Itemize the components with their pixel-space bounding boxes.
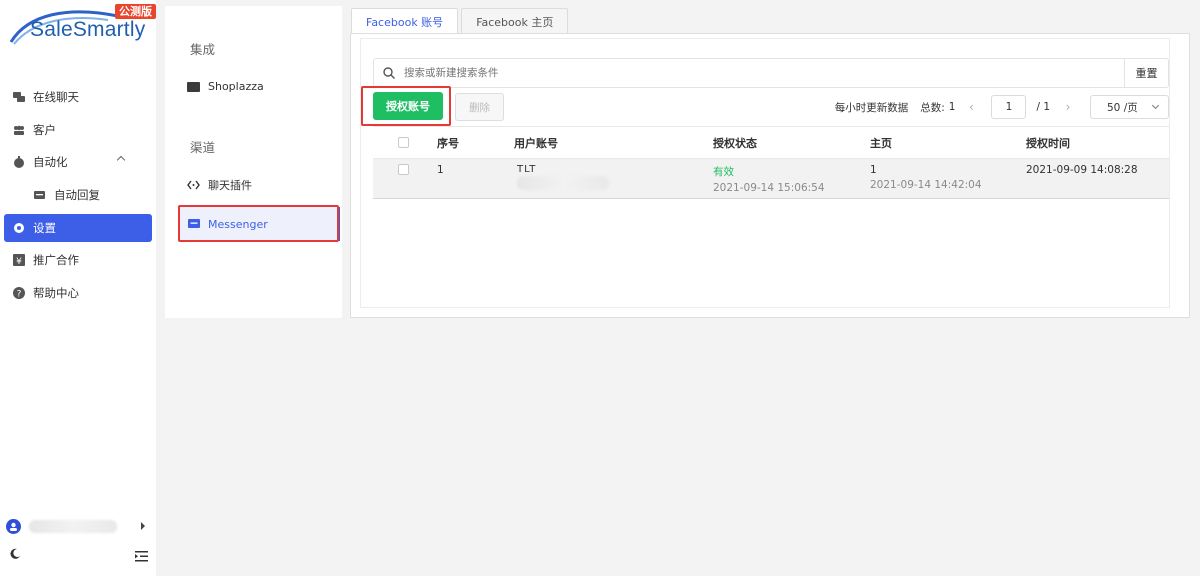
submenu-item-label: Messenger [208, 217, 268, 231]
content-card: 重置 授权账号 删除 每小时更新数据 总数: 1 ‹ 1 / 1 › 50 /页… [361, 39, 1169, 307]
header-auth-status: 授权状态 [713, 136, 757, 150]
sidebar-item-customers[interactable]: 客户 [4, 116, 152, 144]
messenger-icon [187, 218, 200, 230]
sidebar-item-label: 设置 [33, 221, 56, 235]
search-input[interactable] [404, 67, 1124, 79]
avatar [6, 518, 21, 534]
caret-right-icon[interactable] [140, 522, 146, 530]
header-account: 用户账号 [514, 136, 558, 150]
row-index: 1 [437, 164, 444, 176]
select-all-checkbox[interactable] [398, 127, 409, 158]
submenu-item-label: Shoplazza [208, 79, 264, 93]
header-page: 主页 [870, 136, 892, 150]
svg-text:?: ? [17, 290, 22, 300]
page-input[interactable]: 1 [991, 95, 1027, 119]
page-count: 1 [870, 164, 877, 176]
sidebar-item-label: 帮助中心 [33, 286, 79, 300]
tab-facebook-page[interactable]: Facebook 主页 [461, 8, 569, 34]
tab-facebook-account[interactable]: Facebook 账号 [351, 8, 459, 34]
authorize-account-button[interactable]: 授权账号 [373, 92, 443, 120]
user-name-redacted [28, 519, 118, 533]
search-bar: 重置 [373, 58, 1169, 88]
table-row[interactable]: 1 TLT 有效 2021-09-14 15:06:54 1 2021-09-1… [373, 159, 1169, 199]
collapse-menu-icon[interactable] [135, 551, 148, 562]
chevron-up-icon[interactable] [116, 155, 126, 165]
section-heading-integrations: 集成 [190, 42, 216, 57]
prev-page-icon[interactable]: ‹ [961, 100, 981, 114]
beta-badge: 公测版 [115, 4, 156, 19]
sidebar-item-help[interactable]: ? 帮助中心 [4, 279, 152, 307]
customers-icon [13, 124, 25, 136]
page-total: / 1 [1036, 101, 1050, 113]
search-icon[interactable] [374, 59, 404, 87]
sidebar-item-auto-reply[interactable]: 自动回复 [4, 181, 152, 209]
account-name: TLT [517, 164, 537, 175]
sidebar-item-automation[interactable]: 自动化 [4, 148, 152, 176]
page-time: 2021-09-14 14:42:04 [870, 179, 982, 191]
code-icon [187, 179, 200, 191]
message-icon [34, 189, 46, 201]
total-label: 总数: [920, 101, 945, 114]
help-icon: ? [13, 287, 25, 299]
chat-icon [13, 91, 25, 103]
dark-mode-icon[interactable] [10, 548, 21, 559]
table-header: 序号 用户账号 授权状态 主页 授权时间 [373, 126, 1169, 159]
page-size-value: 50 /页 [1107, 101, 1138, 114]
sidebar-item-live-chat[interactable]: 在线聊天 [4, 83, 152, 111]
accounts-table: 序号 用户账号 授权状态 主页 授权时间 1 TLT 有效 2021-09-14… [373, 126, 1169, 199]
status-time: 2021-09-14 15:06:54 [713, 182, 825, 194]
settings-submenu: 集成 Shoplazza 渠道 聊天插件 Messenger [165, 6, 342, 318]
sidebar-item-label: 自动回复 [54, 188, 100, 202]
pagination: 每小时更新数据 总数: 1 ‹ 1 / 1 › 50 /页 [835, 94, 1169, 120]
section-heading-channels: 渠道 [190, 140, 216, 155]
tab-bar: Facebook 账号 Facebook 主页 [351, 8, 571, 34]
status-badge: 有效 [713, 166, 734, 178]
shop-icon [187, 80, 200, 92]
main-panel: 重置 授权账号 删除 每小时更新数据 总数: 1 ‹ 1 / 1 › 50 /页… [350, 33, 1190, 318]
brand-name: SaleSmartly [30, 18, 146, 41]
sidebar-item-label: 自动化 [33, 155, 68, 169]
page-size-select[interactable]: 50 /页 [1090, 95, 1169, 119]
user-profile[interactable] [6, 516, 146, 536]
row-page: 1 2021-09-14 14:42:04 [870, 159, 982, 198]
header-auth-time: 授权时间 [1026, 136, 1070, 150]
header-index: 序号 [437, 136, 459, 150]
row-auth-time: 2021-09-09 14:08:28 [1026, 164, 1138, 176]
next-page-icon[interactable]: › [1058, 100, 1078, 114]
svg-text:¥: ¥ [16, 257, 22, 266]
reset-button[interactable]: 重置 [1124, 59, 1168, 87]
left-sidebar: SaleSmartly 公测版 在线聊天 客户 自动化 自动回复 设置 ¥ 推广… [0, 0, 156, 576]
sidebar-item-settings[interactable]: 设置 [4, 214, 152, 242]
account-redacted [517, 176, 609, 190]
app-logo[interactable]: SaleSmartly 公测版 [8, 4, 156, 48]
row-account: TLT [517, 159, 609, 198]
settings-icon [13, 222, 25, 234]
submenu-item-chat-plugin[interactable]: 聊天插件 [180, 168, 340, 202]
sidebar-item-label: 在线聊天 [33, 90, 79, 104]
submenu-item-messenger[interactable]: Messenger [180, 207, 340, 241]
yen-icon: ¥ [13, 254, 25, 266]
submenu-item-shoplazza[interactable]: Shoplazza [180, 69, 340, 103]
robot-icon [13, 156, 25, 168]
nav-footer [8, 548, 148, 566]
row-status: 有效 2021-09-14 15:06:54 [713, 159, 825, 198]
submenu-item-label: 聊天插件 [208, 179, 252, 192]
chevron-down-icon [1151, 101, 1160, 110]
row-checkbox[interactable] [398, 159, 409, 198]
sidebar-item-referral[interactable]: ¥ 推广合作 [4, 246, 152, 274]
total-count: 1 [948, 101, 956, 113]
delete-button[interactable]: 删除 [455, 93, 504, 121]
sidebar-item-label: 推广合作 [33, 253, 79, 267]
sidebar-item-label: 客户 [33, 123, 56, 137]
refresh-note: 每小时更新数据 [834, 101, 909, 114]
